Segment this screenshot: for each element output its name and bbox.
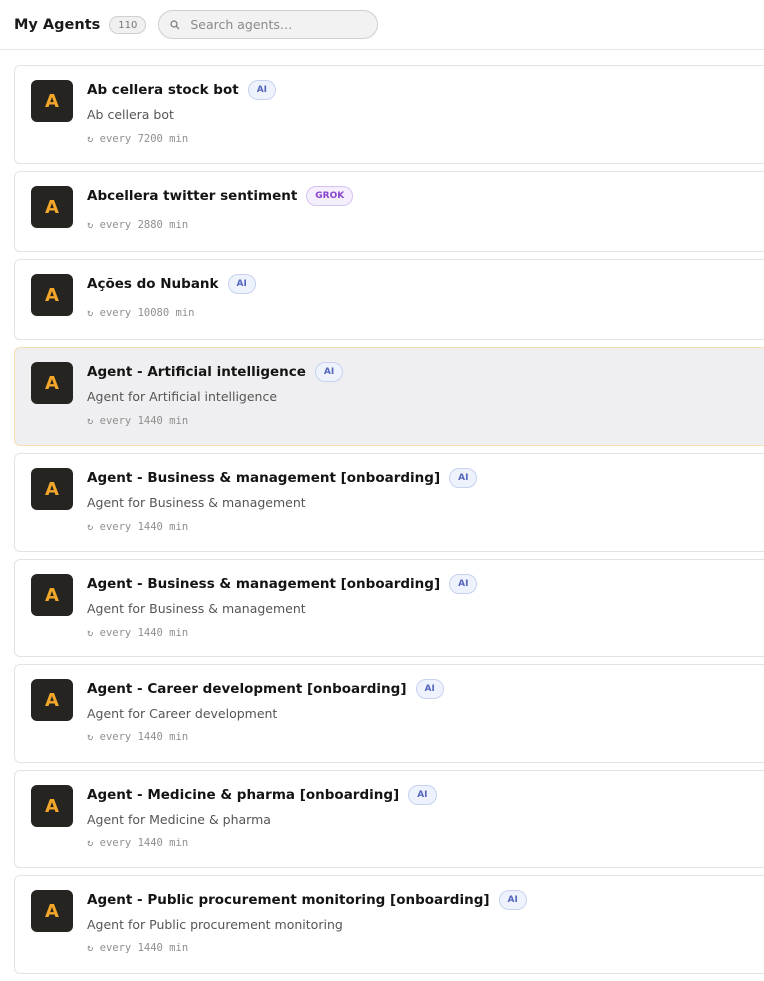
agent-list: A Ab cellera stock bot AI Ab cellera bot ↻ e… [14, 65, 764, 981]
model-tag: AI [449, 574, 478, 594]
agent-name-row: Agent - Career development [onboarding] A… [87, 679, 444, 699]
agent-card[interactable]: A Abcellera twitter sentiment GROK ↻ every … [14, 171, 764, 252]
agent-name[interactable]: Agent - Artificial intelligence [87, 364, 306, 380]
agent-name[interactable]: Agent - Business & management [onboardin… [87, 576, 440, 592]
agent-description: Agent for Business & management [87, 601, 306, 616]
agent-name[interactable]: Ab cellera stock bot [87, 82, 239, 98]
model-tag: AI [227, 274, 256, 294]
agent-name-row: Ab cellera stock bot AI [87, 80, 277, 100]
agent-avatar: A [31, 80, 73, 122]
model-tag: AI [449, 468, 478, 488]
model-tag: AI [498, 890, 527, 910]
agent-description: Agent for Medicine & pharma [87, 812, 271, 827]
agent-description: Agent for Public procurement monitoring [87, 917, 343, 932]
agent-card[interactable]: A Agent - Business & management [onboardi… [14, 453, 764, 552]
agent-description: Agent for Career development [87, 706, 278, 721]
header-bar: My Agents 110 [0, 0, 764, 50]
agent-schedule: ↻ every 7200 min [87, 133, 189, 145]
agent-name-row: Agent - Artificial intelligence AI [87, 362, 344, 382]
agent-avatar: A [31, 574, 73, 616]
agent-name-row: Ações do Nubank AI [87, 274, 256, 294]
agent-name-row: Abcellera twitter sentiment GROK [87, 186, 354, 206]
agent-description: Ab cellera bot [87, 107, 174, 122]
agent-schedule: ↻ every 2880 min [87, 219, 189, 231]
agent-description: Agent for Artificial intelligence [87, 389, 278, 404]
agent-schedule: ↻ every 1440 min [87, 837, 189, 849]
agent-name-row: Agent - Business & management [onboardin… [87, 574, 478, 594]
agent-avatar: A [31, 785, 73, 827]
agent-schedule: ↻ every 10080 min [87, 307, 195, 319]
agent-card[interactable]: A Agent - Medicine & pharma [onboarding] A… [14, 770, 764, 868]
agent-avatar: A [31, 679, 73, 721]
agent-name[interactable]: Agent - Medicine & pharma [onboarding] [87, 787, 399, 803]
model-tag: AI [415, 679, 444, 699]
agent-avatar: A [31, 890, 73, 932]
agent-name[interactable]: Abcellera twitter sentiment [87, 188, 297, 204]
agent-schedule: ↻ every 1440 min [87, 521, 189, 533]
search-input[interactable] [188, 16, 373, 33]
agent-description: Agent for Business & management [87, 495, 306, 510]
agent-schedule: ↻ every 1440 min [87, 415, 189, 427]
model-tag: AI [408, 785, 437, 805]
agent-avatar: A [31, 274, 73, 316]
agent-name[interactable]: Agent - Career development [onboarding] [87, 681, 407, 697]
agent-card[interactable]: A Ab cellera stock bot AI Ab cellera bot ↻ e… [14, 65, 764, 164]
agent-name[interactable]: Ações do Nubank [87, 276, 219, 292]
agent-card[interactable]: A Ações do Nubank AI ↻ every 10080 min [14, 259, 764, 340]
model-tag: AI [314, 362, 344, 382]
agent-card[interactable]: A Agent - Artificial intelligence AI Agent … [14, 347, 764, 446]
agent-count-badge: 110 [109, 15, 147, 34]
search-icon [170, 19, 180, 30]
agent-name-row: Agent - Medicine & pharma [onboarding] AI [87, 785, 437, 805]
search-box[interactable] [158, 10, 379, 39]
agent-schedule: ↻ every 1440 min [87, 942, 189, 954]
agent-name-row: Agent - Business & management [onboardin… [87, 468, 478, 488]
model-tag: AI [247, 80, 277, 100]
agent-schedule: ↻ every 1440 min [87, 731, 189, 743]
agent-avatar: A [31, 186, 73, 228]
agent-name[interactable]: Agent - Public procurement monitoring [o… [87, 892, 490, 908]
agent-name[interactable]: Agent - Business & management [onboardin… [87, 470, 440, 486]
agent-avatar: A [31, 362, 73, 404]
agent-schedule: ↻ every 1440 min [87, 627, 189, 639]
page-title: My Agents [14, 16, 101, 33]
agent-name-row: Agent - Public procurement monitoring [o… [87, 890, 527, 910]
agent-card[interactable]: A Agent - Business & management [onboardi… [14, 559, 764, 657]
agent-card[interactable]: A Agent - Public procurement monitoring [… [14, 875, 764, 974]
agent-avatar: A [31, 468, 73, 510]
model-tag: GROK [306, 186, 354, 206]
agent-card[interactable]: A Agent - Career development [onboarding]… [14, 664, 764, 763]
